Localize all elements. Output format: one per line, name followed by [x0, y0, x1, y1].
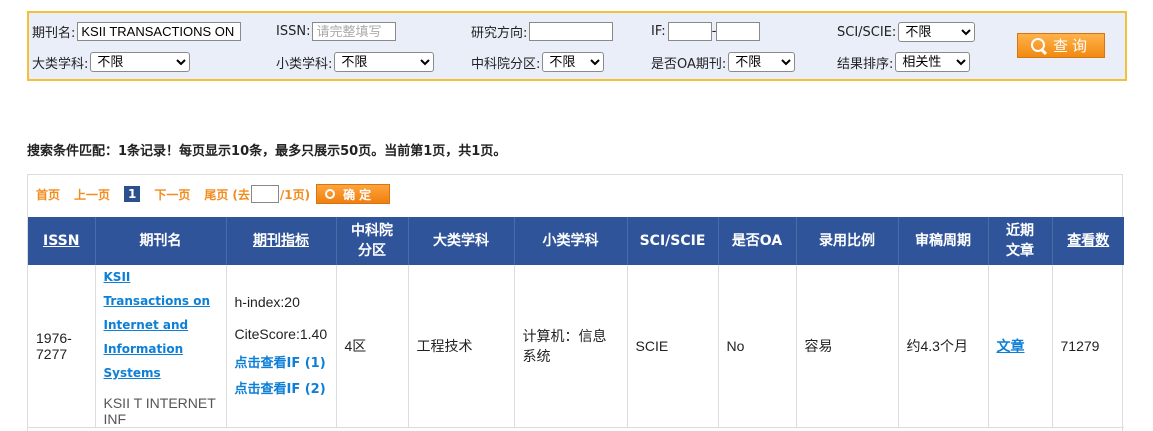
- goto-page-input[interactable]: [250, 185, 279, 203]
- minor-label: 小类学科:: [276, 56, 333, 72]
- issn-field: ISSN:: [276, 22, 397, 41]
- col-issn[interactable]: ISSN: [28, 217, 96, 265]
- cell-recent: 文章: [988, 265, 1053, 428]
- cell-major: 工程技术: [408, 265, 515, 428]
- col-sci: SCI/SCIE: [627, 217, 719, 265]
- table-header-row: ISSN 期刊名 期刊指标 中科院分区 大类学科 小类学科 SCI/SCIE 是…: [28, 217, 1124, 265]
- major-field: 大类学科: 不限: [32, 52, 191, 72]
- goto-suffix: /1页): [279, 187, 311, 202]
- journal-name-link[interactable]: KSII Transactions on Internet and Inform…: [104, 270, 211, 380]
- circle-icon: [325, 189, 336, 199]
- col-views[interactable]: 查看数: [1052, 217, 1124, 265]
- sort-views-link[interactable]: 查看数: [1067, 233, 1109, 249]
- first-page-link[interactable]: 首页: [36, 186, 60, 203]
- if-field: IF: -: [651, 22, 761, 41]
- cell-review: 约4.3个月: [898, 265, 989, 428]
- minor-select[interactable]: 不限: [334, 52, 435, 72]
- research-label: 研究方向:: [471, 26, 528, 41]
- col-review: 审稿周期: [898, 217, 989, 265]
- if-min-input[interactable]: [667, 22, 712, 41]
- journal-name-field: 期刊名:: [32, 22, 242, 41]
- next-page-link[interactable]: 下一页: [154, 186, 190, 203]
- cas-select[interactable]: 不限: [542, 52, 605, 72]
- sort-select[interactable]: 相关性: [895, 52, 971, 72]
- view-if-link-2[interactable]: 点击查看IF (2): [235, 382, 326, 397]
- journal-name-label: 期刊名:: [32, 26, 76, 41]
- research-input[interactable]: [529, 22, 614, 41]
- table-row: 1976-7277 KSII Transactions on Internet …: [28, 265, 1124, 428]
- sci-field: SCI/SCIE: 不限: [837, 22, 976, 42]
- goto-confirm-button[interactable]: 确定: [316, 184, 391, 204]
- major-select[interactable]: 不限: [90, 52, 191, 72]
- goto-prefix: (去: [232, 187, 250, 202]
- journal-abbreviation: KSII T INTERNET INF: [103, 395, 216, 427]
- col-cas: 中科院分区: [336, 217, 409, 265]
- col-acceptance: 录用比例: [796, 217, 899, 265]
- if-label: IF:: [651, 24, 666, 39]
- oa-label: 是否OA期刊:: [651, 56, 727, 72]
- col-minor: 小类学科: [514, 217, 628, 265]
- sort-metrics-link[interactable]: 期刊指标: [253, 233, 309, 249]
- cas-label: 中科院分区:: [471, 56, 541, 72]
- major-label: 大类学科:: [32, 56, 89, 72]
- cell-cas: 4区: [336, 265, 409, 428]
- sci-label: SCI/SCIE:: [837, 24, 897, 40]
- prev-page-link[interactable]: 上一页: [74, 186, 110, 203]
- col-recent: 近期文章: [988, 217, 1053, 265]
- cas-field: 中科院分区: 不限: [471, 52, 605, 72]
- col-oa: 是否OA: [718, 217, 797, 265]
- sort-issn-link[interactable]: ISSN: [43, 233, 79, 249]
- search-panel: 期刊名: ISSN: 研究方向: IF: - SCI/SCIE: 不限 大类学科…: [27, 11, 1127, 81]
- minor-field: 小类学科: 不限: [276, 52, 435, 72]
- cell-views: 71279: [1052, 265, 1124, 428]
- recent-articles-link[interactable]: 文章: [997, 338, 1025, 354]
- current-page: 1: [124, 186, 141, 202]
- results-table: ISSN 期刊名 期刊指标 中科院分区 大类学科 小类学科 SCI/SCIE 是…: [28, 217, 1124, 428]
- cell-oa: No: [718, 265, 797, 428]
- if-max-input[interactable]: [716, 22, 761, 41]
- results-frame: 首页 上一页 1 下一页 尾页 (去 /1页) 确定 ISSN 期刊名 期刊指标…: [27, 174, 1124, 431]
- sort-field: 结果排序: 相关性: [837, 52, 971, 72]
- research-field: 研究方向:: [471, 22, 614, 41]
- search-icon: [1030, 37, 1047, 54]
- goto-page: (去 /1页): [232, 185, 310, 203]
- cell-journal: KSII Transactions on Internet and Inform…: [95, 265, 227, 428]
- col-major: 大类学科: [408, 217, 515, 265]
- col-journal: 期刊名: [95, 217, 227, 265]
- cell-acceptance: 容易: [796, 265, 899, 428]
- issn-input[interactable]: [312, 22, 397, 41]
- col-metrics[interactable]: 期刊指标: [226, 217, 337, 265]
- sort-label: 结果排序:: [837, 56, 894, 72]
- cell-metrics: h-index:20 CiteScore:1.40 点击查看IF (1) 点击查…: [226, 265, 337, 428]
- query-button[interactable]: 查询: [1017, 33, 1105, 58]
- cell-sci: SCIE: [627, 265, 719, 428]
- issn-label: ISSN:: [276, 24, 311, 39]
- query-button-label: 查询: [1052, 37, 1091, 55]
- last-page-link[interactable]: 尾页: [204, 186, 228, 203]
- sci-select[interactable]: 不限: [898, 22, 976, 42]
- goto-confirm-label: 确定: [343, 187, 376, 202]
- pagination: 首页 上一页 1 下一页 尾页 (去 /1页) 确定: [36, 183, 391, 205]
- result-summary: 搜索条件匹配：1条记录！每页显示10条，最多只展示50页。当前第1页，共1页。: [27, 144, 507, 159]
- oa-field: 是否OA期刊: 不限: [651, 52, 796, 72]
- journal-name-input[interactable]: [77, 22, 242, 41]
- oa-select[interactable]: 不限: [728, 52, 796, 72]
- cell-issn: 1976-7277: [28, 265, 96, 428]
- view-if-link-1[interactable]: 点击查看IF (1): [235, 356, 326, 371]
- citescore: CiteScore:1.40: [234, 326, 328, 342]
- cell-minor: 计算机：信息系统: [514, 265, 628, 428]
- h-index: h-index:20: [234, 294, 300, 310]
